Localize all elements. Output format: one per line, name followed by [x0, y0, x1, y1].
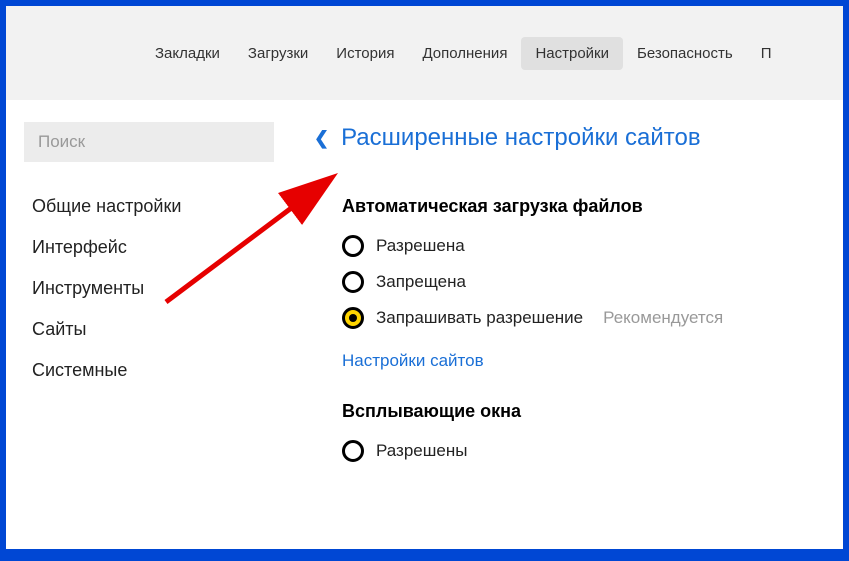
radio-icon[interactable]: [342, 235, 364, 257]
section-title: Автоматическая загрузка файлов: [342, 196, 843, 217]
section-title: Всплывающие окна: [342, 401, 843, 422]
sidebar-item-general[interactable]: Общие настройки: [24, 186, 278, 227]
recommended-hint: Рекомендуется: [603, 308, 723, 328]
tab-history[interactable]: История: [322, 37, 408, 70]
radio-label: Разрешена: [376, 236, 465, 256]
radio-icon[interactable]: [342, 271, 364, 293]
sidebar-item-sites[interactable]: Сайты: [24, 309, 278, 350]
radio-icon-selected[interactable]: [342, 307, 364, 329]
radio-option-allowed[interactable]: Разрешена: [342, 235, 843, 257]
radio-label: Разрешены: [376, 441, 467, 461]
tab-settings[interactable]: Настройки: [521, 37, 623, 70]
back-chevron-icon[interactable]: ❮: [314, 128, 329, 149]
top-tabs: Закладки Загрузки История Дополнения Нас…: [6, 6, 843, 100]
tab-security[interactable]: Безопасность: [623, 37, 747, 70]
page-title: Расширенные настройки сайтов: [341, 124, 701, 152]
radio-option-allowed[interactable]: Разрешены: [342, 440, 843, 462]
radio-option-blocked[interactable]: Запрещена: [342, 271, 843, 293]
main-panel: ❮ Расширенные настройки сайтов Автоматич…: [296, 100, 843, 549]
section-auto-download: Автоматическая загрузка файлов Разрешена…: [314, 196, 843, 371]
section-popups: Всплывающие окна Разрешены: [314, 401, 843, 462]
tab-truncated[interactable]: П: [747, 37, 786, 70]
search-input[interactable]: [24, 122, 274, 162]
sidebar-item-interface[interactable]: Интерфейс: [24, 227, 278, 268]
page-title-row: ❮ Расширенные настройки сайтов: [314, 124, 843, 152]
sidebar-item-tools[interactable]: Инструменты: [24, 268, 278, 309]
site-settings-link[interactable]: Настройки сайтов: [342, 351, 484, 371]
tab-bookmarks[interactable]: Закладки: [141, 37, 234, 70]
tab-downloads[interactable]: Загрузки: [234, 37, 322, 70]
sidebar-item-system[interactable]: Системные: [24, 350, 278, 391]
radio-label: Запрещена: [376, 272, 466, 292]
radio-icon[interactable]: [342, 440, 364, 462]
tab-addons[interactable]: Дополнения: [408, 37, 521, 70]
sidebar: Общие настройки Интерфейс Инструменты Са…: [6, 100, 296, 549]
radio-option-ask[interactable]: Запрашивать разрешение Рекомендуется: [342, 307, 843, 329]
radio-label: Запрашивать разрешение: [376, 308, 583, 328]
